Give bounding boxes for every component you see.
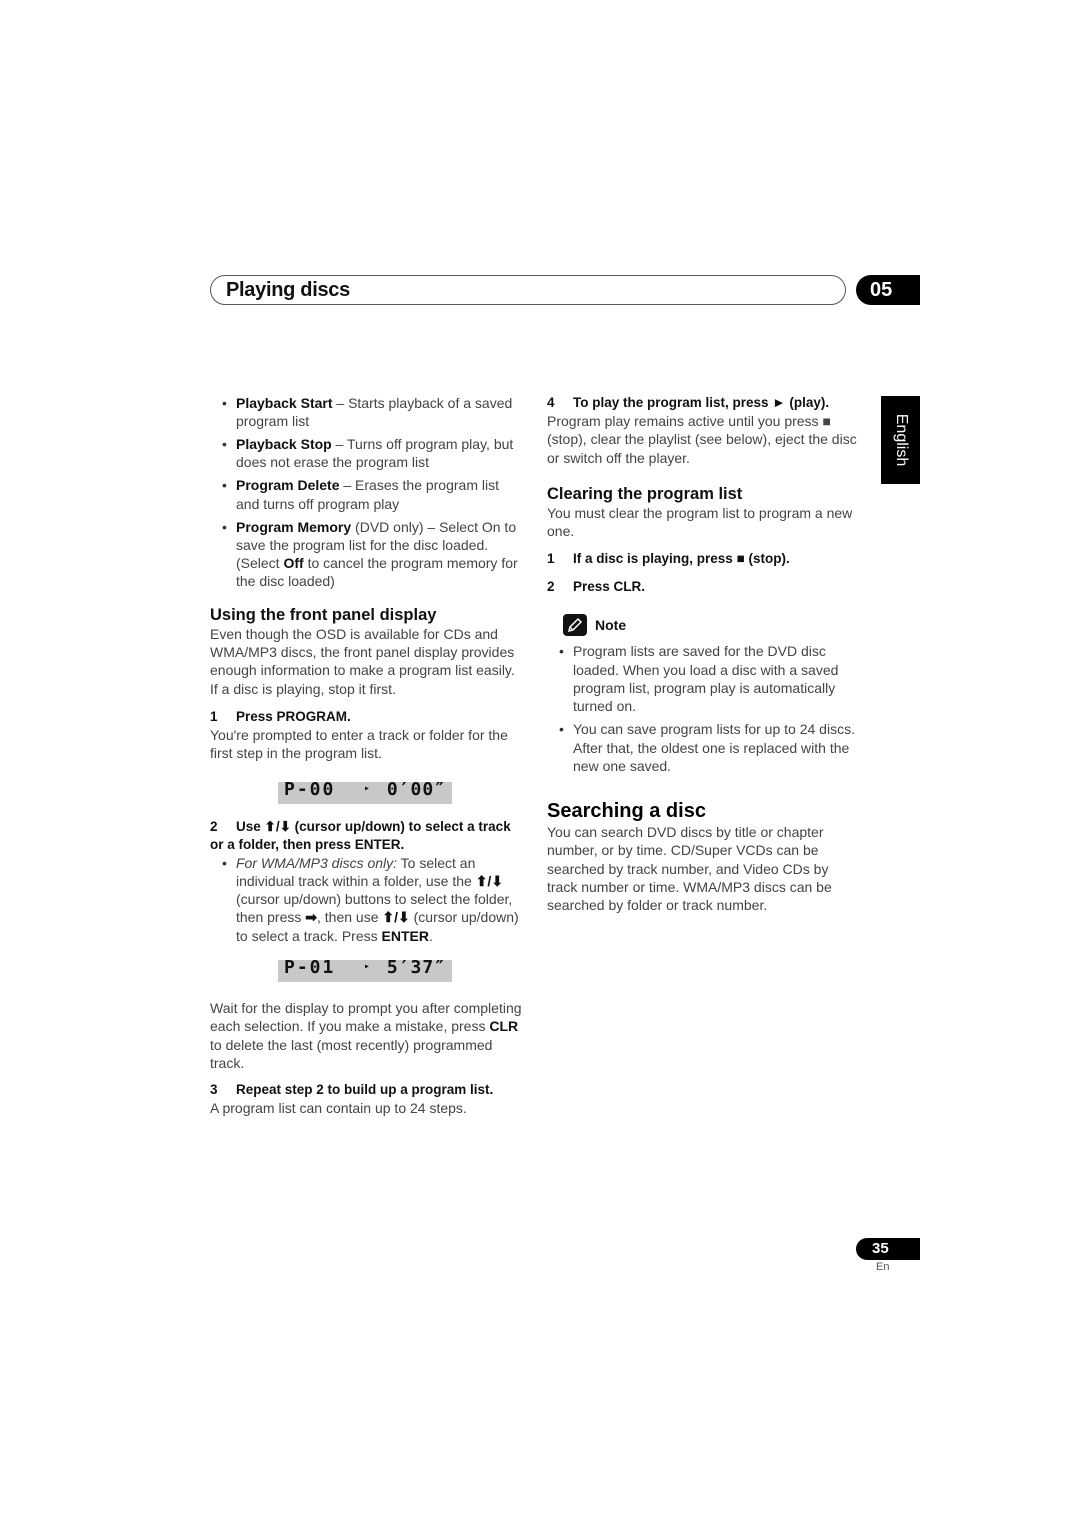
step-3: 3 Repeat step 2 to build up a program lis…: [210, 1082, 494, 1098]
language-tab: English: [881, 396, 920, 484]
front-panel-display-2: P-01 ▸ 5′37″: [278, 958, 452, 983]
clearing-step-2: 2 Press CLR.: [547, 579, 646, 595]
page-title: Playing discs: [226, 279, 350, 301]
list-item: Playback Start – Starts playback of a sa…: [210, 394, 522, 431]
right-column: 4 To play the program list, press ► (play…: [547, 394, 859, 915]
front-panel-intro: Even though the OSD is available for CDs…: [210, 625, 515, 697]
section-heading-front-panel: Using the front panel display: [210, 605, 437, 624]
clearing-step-1: 1 If a disc is playing, press ■ (stop).: [547, 551, 790, 567]
list-item: For WMA/MP3 discs only: To select an ind…: [210, 854, 522, 945]
wait-text: Wait for the display to prompt you after…: [210, 1000, 522, 1071]
front-panel-display-1: P-00 ▸ 0′00″: [278, 780, 452, 804]
step-1: 1 Press PROGRAM.: [210, 708, 351, 724]
cursor-right-icon: ➡: [305, 909, 317, 926]
cursor-up-down-icon: ⬆/⬇: [475, 872, 504, 889]
chapter-number: 05: [856, 275, 920, 305]
page-language: En: [876, 1261, 890, 1273]
left-column: Playback Start – Starts playback of a sa…: [210, 394, 522, 1118]
pencil-icon: [563, 614, 587, 637]
note-header: Note: [563, 614, 859, 637]
list-item: Program lists are saved for the DVD disc…: [547, 642, 859, 715]
step-3-body: A program list can contain up to 24 step…: [210, 1100, 467, 1117]
section-heading-searching: Searching a disc: [547, 800, 706, 823]
clearing-intro: You must clear the program list to progr…: [547, 504, 853, 540]
step-2-notes: For WMA/MP3 discs only: To select an ind…: [210, 854, 522, 945]
searching-body: You can search DVD discs by title or cha…: [547, 824, 832, 914]
play-indicator-icon: ▸: [364, 782, 371, 794]
program-options-list: Playback Start – Starts playback of a sa…: [210, 394, 522, 591]
cursor-up-down-icon: ⬆/⬇: [382, 909, 410, 926]
language-label: English: [892, 413, 910, 467]
page-number: 35: [856, 1238, 920, 1260]
section-heading-clearing: Clearing the program list: [547, 484, 743, 503]
note-list: Program lists are saved for the DVD disc…: [547, 642, 859, 775]
list-item: Program Delete – Erases the program list…: [210, 476, 522, 513]
step-2: 2 Use ⬆/⬇ (cursor up/down) to select a tr…: [210, 818, 511, 852]
step-4: 4 To play the program list, press ► (play…: [547, 395, 830, 410]
list-item: Playback Stop – Turns off program play, …: [210, 435, 522, 472]
step-1-body: You're prompted to enter a track or fold…: [210, 726, 508, 762]
play-indicator-icon: ▸: [364, 961, 371, 973]
cursor-up-down-icon: ⬆/⬇: [264, 818, 291, 834]
list-item: You can save program lists for up to 24 …: [547, 720, 859, 775]
step-4-body: Program play remains active until you pr…: [547, 413, 857, 466]
list-item: Program Memory (DVD only) – Select On to…: [210, 518, 522, 591]
